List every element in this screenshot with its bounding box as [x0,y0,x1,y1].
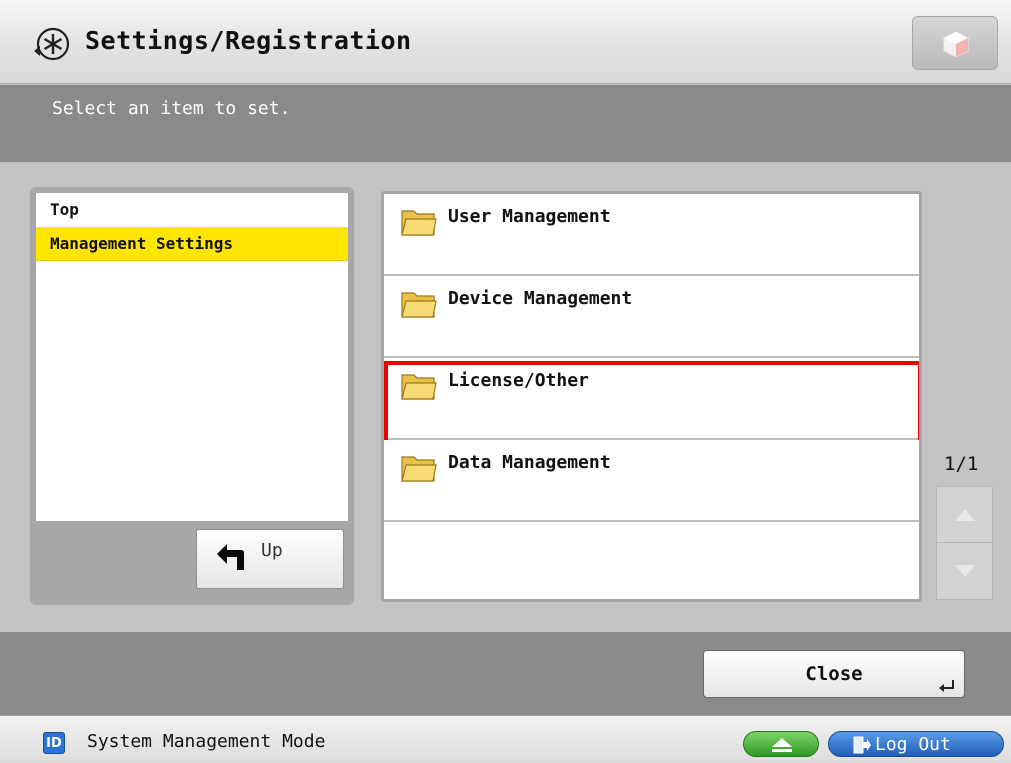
folder-icon [401,210,437,236]
up-arrow-icon [217,544,244,570]
item-label: User Management [448,206,611,227]
list-item-device-management[interactable]: Device Management [384,276,919,358]
page-title: Settings/Registration [85,26,412,55]
logout-button[interactable]: Log Out [828,731,1004,757]
scroll-up-button[interactable] [937,487,992,543]
mode-text: System Management Mode [87,731,326,752]
close-button-label: Close [805,663,863,685]
footer-bar: Close [0,632,1011,715]
close-button[interactable]: Close [703,650,965,698]
up-button[interactable]: Up [196,529,344,589]
items-list: User Management Device Management Licens… [381,191,922,602]
scroll-up-icon [955,509,975,521]
list-item-data-management[interactable]: Data Management [384,440,919,522]
item-label: Device Management [448,288,633,309]
instruction-text: Select an item to set. [52,98,291,119]
list-item-user-management[interactable]: User Management [384,194,919,276]
page-indicator: 1/1 [944,453,979,475]
device-status-button[interactable] [912,16,998,70]
enter-icon [939,680,954,692]
pager [936,486,993,600]
folder-icon [401,456,437,482]
path-item-top[interactable]: Top [36,193,348,227]
settings-icon [34,27,70,61]
path-panel: Top Management Settings Up [30,187,354,605]
eject-icon [772,738,792,752]
item-label: Data Management [448,452,611,473]
scroll-down-icon [955,565,975,577]
folder-icon [401,374,437,400]
title-bar: Settings/Registration [0,0,1011,84]
item-label: License/Other [448,370,589,391]
scroll-down-button[interactable] [937,543,992,599]
eject-button[interactable] [743,731,819,757]
folder-icon [401,292,437,318]
path-item-management-settings[interactable]: Management Settings [36,227,348,261]
list-item-license-other[interactable]: License/Other [384,358,919,446]
instruction-bar: Select an item to set. [0,85,1011,162]
path-list: Top Management Settings [36,193,348,521]
id-icon: ID [43,732,65,754]
device-status-icon [943,31,969,58]
logout-icon [853,736,871,754]
up-button-label: Up [261,540,283,561]
status-bar: ID System Management Mode Log Out [0,715,1011,763]
logout-button-label: Log Out [875,734,951,755]
